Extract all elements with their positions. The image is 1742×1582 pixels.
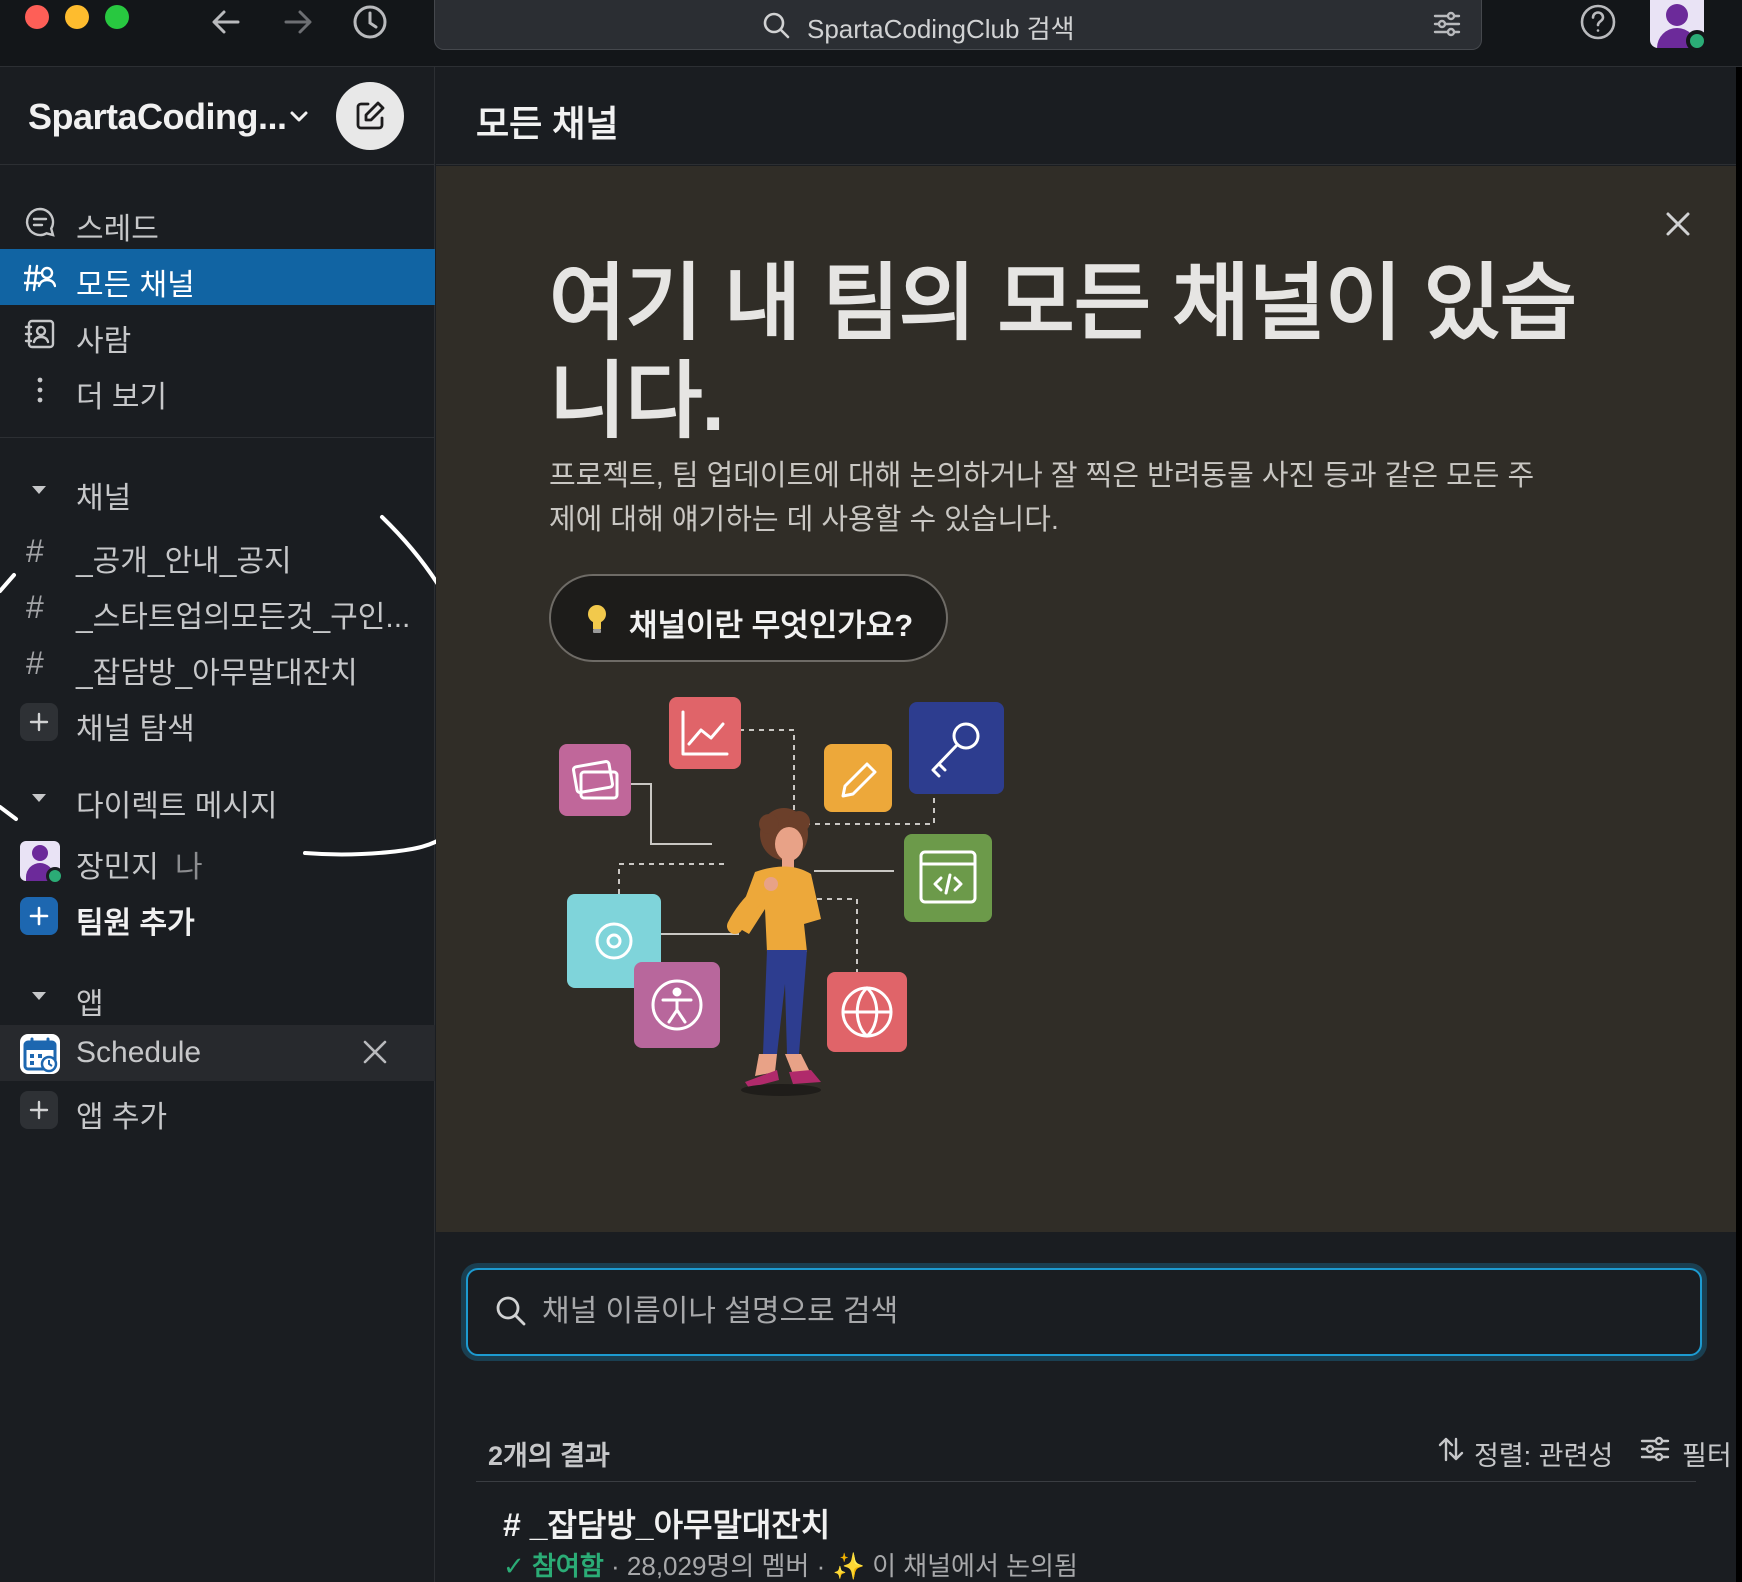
add-app-label: 앱 추가 — [76, 1101, 168, 1134]
dm-user-name: 장민지 — [76, 851, 159, 884]
caret-down-icon — [28, 985, 50, 1007]
online-status-dot — [1686, 30, 1708, 52]
sparkles-icon: ✨ — [832, 1551, 865, 1581]
section-label: 앱 — [76, 988, 104, 1021]
app-name: Schedule — [76, 1036, 202, 1069]
channels-intro-banner: 여기 내 팀의 모든 채널이 있습니다. 프로젝트, 팀 업데이트에 대해 논의… — [436, 166, 1736, 1232]
search-filter-icon[interactable] — [1431, 8, 1463, 40]
help-icon[interactable] — [1578, 2, 1618, 42]
lightbulb-icon — [585, 602, 609, 636]
dm-item-self[interactable]: 장민지 나 — [0, 831, 435, 887]
results-toolbar: 2개의 결과 정렬: 관련성 필터 — [476, 1422, 1732, 1482]
plus-icon — [20, 897, 58, 935]
channel-search-section: 2개의 결과 정렬: 관련성 필터 # _잡담방_아무말대잔치 ✓ 참여함 · — [436, 1232, 1736, 1582]
member-count: 28,029명의 멤버 — [626, 1551, 810, 1581]
sidebar-item-threads[interactable]: 스레드 — [0, 193, 435, 249]
joined-badge: 참여함 — [532, 1551, 604, 1581]
plus-icon — [20, 1091, 58, 1129]
calendar-app-icon — [20, 1034, 60, 1074]
channel-browser-icon — [24, 262, 56, 294]
sidebar-item-people[interactable]: 사람 — [0, 305, 435, 361]
section-label: 다이렉트 메시지 — [76, 790, 278, 823]
chevron-down-icon[interactable] — [286, 103, 312, 129]
channel-name: _잡담방_아무말대잔치 — [76, 657, 358, 690]
results-count: 2개의 결과 — [488, 1441, 610, 1471]
result-channel-name: # _잡담방_아무말대잔치 — [503, 1507, 831, 1543]
check-icon: ✓ — [503, 1551, 533, 1581]
dm-section-header[interactable]: 다이렉트 메시지 — [0, 773, 435, 823]
hash-icon: # — [26, 645, 44, 681]
hash-icon: # — [26, 533, 44, 569]
plus-icon — [20, 703, 58, 741]
close-icon[interactable] — [1660, 206, 1696, 242]
sidebar-item-label: 더 보기 — [76, 381, 168, 414]
back-arrow-icon[interactable] — [206, 2, 246, 42]
dm-self-tag: 나 — [175, 851, 203, 884]
title-bar: SpartaCodingClub 검색 — [0, 0, 1742, 67]
meta-separator: · — [816, 1551, 833, 1581]
button-label: 채널이란 무엇인가요? — [629, 608, 914, 643]
sort-arrows-icon — [1436, 1434, 1466, 1464]
people-icon — [24, 318, 56, 350]
window-close-button[interactable] — [25, 5, 49, 29]
activity-text: 이 채널에서 논의됨 — [872, 1551, 1078, 1581]
channel-search-box[interactable] — [466, 1268, 1702, 1356]
browse-channels-label: 채널 탐색 — [76, 713, 195, 746]
channel-search-input[interactable] — [542, 1282, 1642, 1342]
sort-label: 정렬: 관련성 — [1474, 1441, 1614, 1471]
section-label: 채널 — [76, 482, 132, 515]
search-bar-text: SpartaCodingClub 검색 — [807, 14, 1075, 44]
workspace-name[interactable]: SpartaCoding... — [28, 96, 287, 138]
workspace-header: SpartaCoding... — [0, 67, 435, 165]
page-title: 모든 채널 — [476, 103, 619, 144]
sidebar-item-label: 모든 채널 — [76, 269, 195, 302]
channels-section-header[interactable]: 채널 — [0, 465, 435, 515]
sidebar-item-all-channels[interactable]: 모든 채널 — [0, 249, 435, 305]
workspace-search-bar[interactable]: SpartaCodingClub 검색 — [434, 0, 1482, 50]
sidebar-channel[interactable]: # _스타트업의모든것_구인... — [0, 581, 435, 637]
sidebar-channel[interactable]: # _잡담방_아무말대잔치 — [0, 637, 435, 693]
banner-description: 프로젝트, 팀 업데이트에 대해 논의하거나 잘 찍은 반려동물 사진 등과 같… — [549, 460, 1535, 536]
search-icon — [761, 10, 791, 40]
compose-button[interactable] — [336, 82, 404, 150]
close-icon[interactable] — [360, 1037, 390, 1067]
result-meta: ✓ 참여함 · 28,029명의 멤버 · ✨ 이 채널에서 논의됨 — [503, 1546, 1078, 1582]
channels-illustration — [559, 697, 1004, 1096]
apps-section-header[interactable]: 앱 — [0, 971, 435, 1021]
meta-separator: · — [611, 1551, 627, 1581]
what-is-channel-button[interactable]: 채널이란 무엇인가요? — [549, 574, 948, 662]
add-app-button[interactable]: 앱 추가 — [0, 1081, 435, 1137]
add-teammates-button[interactable]: 팀원 추가 — [0, 887, 435, 943]
banner-title: 여기 내 팀의 모든 채널이 있습니다. — [549, 256, 1577, 448]
window-edge — [1736, 67, 1742, 1582]
main-header: 모든 채널 — [436, 67, 1736, 165]
window-minimize-button[interactable] — [65, 5, 89, 29]
channel-name: _스타트업의모든것_구인... — [76, 601, 411, 634]
caret-down-icon — [28, 787, 50, 809]
sidebar-item-label: 스레드 — [76, 213, 159, 246]
sidebar: SpartaCoding... 스레드 모든 채널 사람 더 보기 채널 # _… — [0, 67, 486, 1582]
sidebar-channel[interactable]: # _공개_안내_공지 — [0, 525, 435, 581]
app-item-schedule[interactable]: Schedule — [0, 1025, 435, 1081]
filter-sliders-icon — [1640, 1434, 1670, 1464]
browse-channels-button[interactable]: 채널 탐색 — [0, 693, 435, 749]
filter-button[interactable]: 필터 — [1640, 1430, 1740, 1471]
more-vertical-icon — [24, 374, 56, 406]
search-icon — [494, 1294, 528, 1328]
window-zoom-button[interactable] — [105, 5, 129, 29]
forward-arrow-icon[interactable] — [278, 2, 318, 42]
channel-result-row[interactable]: # _잡담방_아무말대잔치 ✓ 참여함 · 28,029명의 멤버 · ✨ 이 … — [476, 1500, 1696, 1582]
add-teammates-label: 팀원 추가 — [76, 907, 195, 940]
filter-label: 필터 — [1682, 1441, 1732, 1471]
caret-down-icon — [28, 479, 50, 501]
sidebar-divider — [0, 437, 435, 438]
channel-name: _공개_안내_공지 — [76, 545, 292, 578]
history-clock-icon[interactable] — [350, 2, 390, 42]
sidebar-item-label: 사람 — [76, 325, 132, 358]
compose-icon — [356, 101, 385, 130]
hash-icon: # — [26, 589, 44, 625]
sidebar-item-more[interactable]: 더 보기 — [0, 361, 435, 417]
online-status-dot — [46, 867, 64, 885]
threads-icon — [24, 206, 56, 238]
